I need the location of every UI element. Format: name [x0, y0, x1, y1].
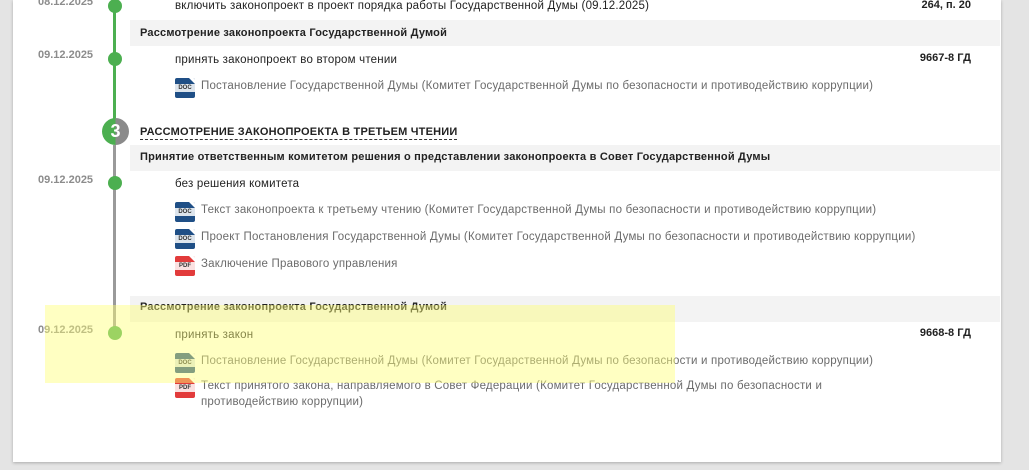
timeline-line-gray	[113, 145, 116, 335]
event-date: 08.12.2025	[38, 0, 94, 8]
document-title-line: противодействию коррупции)	[201, 396, 364, 408]
decision-number: 264, п. 20	[921, 0, 971, 11]
event-date: 09.12.2025	[38, 324, 94, 336]
doc-file-icon: DOC	[175, 229, 195, 249]
timeline-dot	[108, 176, 122, 190]
section-title: Рассмотрение законопроекта Государственн…	[140, 27, 448, 39]
decision-number: 9667-8 ГД	[919, 52, 971, 64]
document-link[interactable]: PDF Заключение Правового управления	[175, 256, 398, 276]
stage-title[interactable]: РАССМОТРЕНИЕ ЗАКОНОПРОЕКТА В ТРЕТЬЕМ ЧТЕ…	[140, 126, 458, 140]
event-decision: принять закон	[175, 329, 254, 341]
event-date: 09.12.2025	[38, 174, 94, 186]
section-title: Принятие ответственным комитетом решения…	[140, 151, 771, 163]
event-date: 09.12.2025	[38, 49, 94, 61]
document-title[interactable]: Постановление Государственной Думы (Коми…	[201, 353, 873, 369]
document-title[interactable]: Текст законопроекта к третьему чтению (К…	[201, 202, 876, 218]
document-title-line: Текст принятого закона, направляемого в …	[201, 380, 823, 392]
event-decision: принять законопроект во втором чтении	[175, 54, 398, 66]
document-link[interactable]: DOC Текст законопроекта к третьему чтени…	[175, 202, 876, 222]
document-link[interactable]: DOC Постановление Государственной Думы (…	[175, 78, 873, 98]
timeline-dot	[108, 52, 122, 66]
decision-number: 9668-8 ГД	[919, 327, 971, 339]
doc-file-icon: DOC	[175, 202, 195, 222]
stage-number-badge: 3	[102, 118, 129, 145]
document-title[interactable]: Текст принятого закона, направляемого в …	[201, 378, 822, 410]
doc-file-icon: DOC	[175, 78, 195, 98]
timeline-dot	[108, 326, 122, 340]
doc-file-icon: DOC	[175, 353, 195, 373]
pdf-file-icon: PDF	[175, 256, 195, 276]
document-link[interactable]: DOC Постановление Государственной Думы (…	[175, 353, 873, 373]
document-title[interactable]: Постановление Государственной Думы (Коми…	[201, 78, 873, 94]
document-link[interactable]: DOC Проект Постановления Государственной…	[175, 229, 915, 249]
section-title: Рассмотрение законопроекта Государственн…	[140, 301, 448, 313]
event-decision: без решения комитета	[175, 178, 300, 190]
document-title[interactable]: Проект Постановления Государственной Дум…	[201, 229, 915, 245]
event-decision: включить законопроект в проект порядка р…	[175, 0, 650, 12]
pdf-file-icon: PDF	[175, 378, 195, 398]
document-title[interactable]: Заключение Правового управления	[201, 256, 398, 272]
document-link[interactable]: PDF Текст принятого закона, направляемог…	[175, 378, 822, 410]
